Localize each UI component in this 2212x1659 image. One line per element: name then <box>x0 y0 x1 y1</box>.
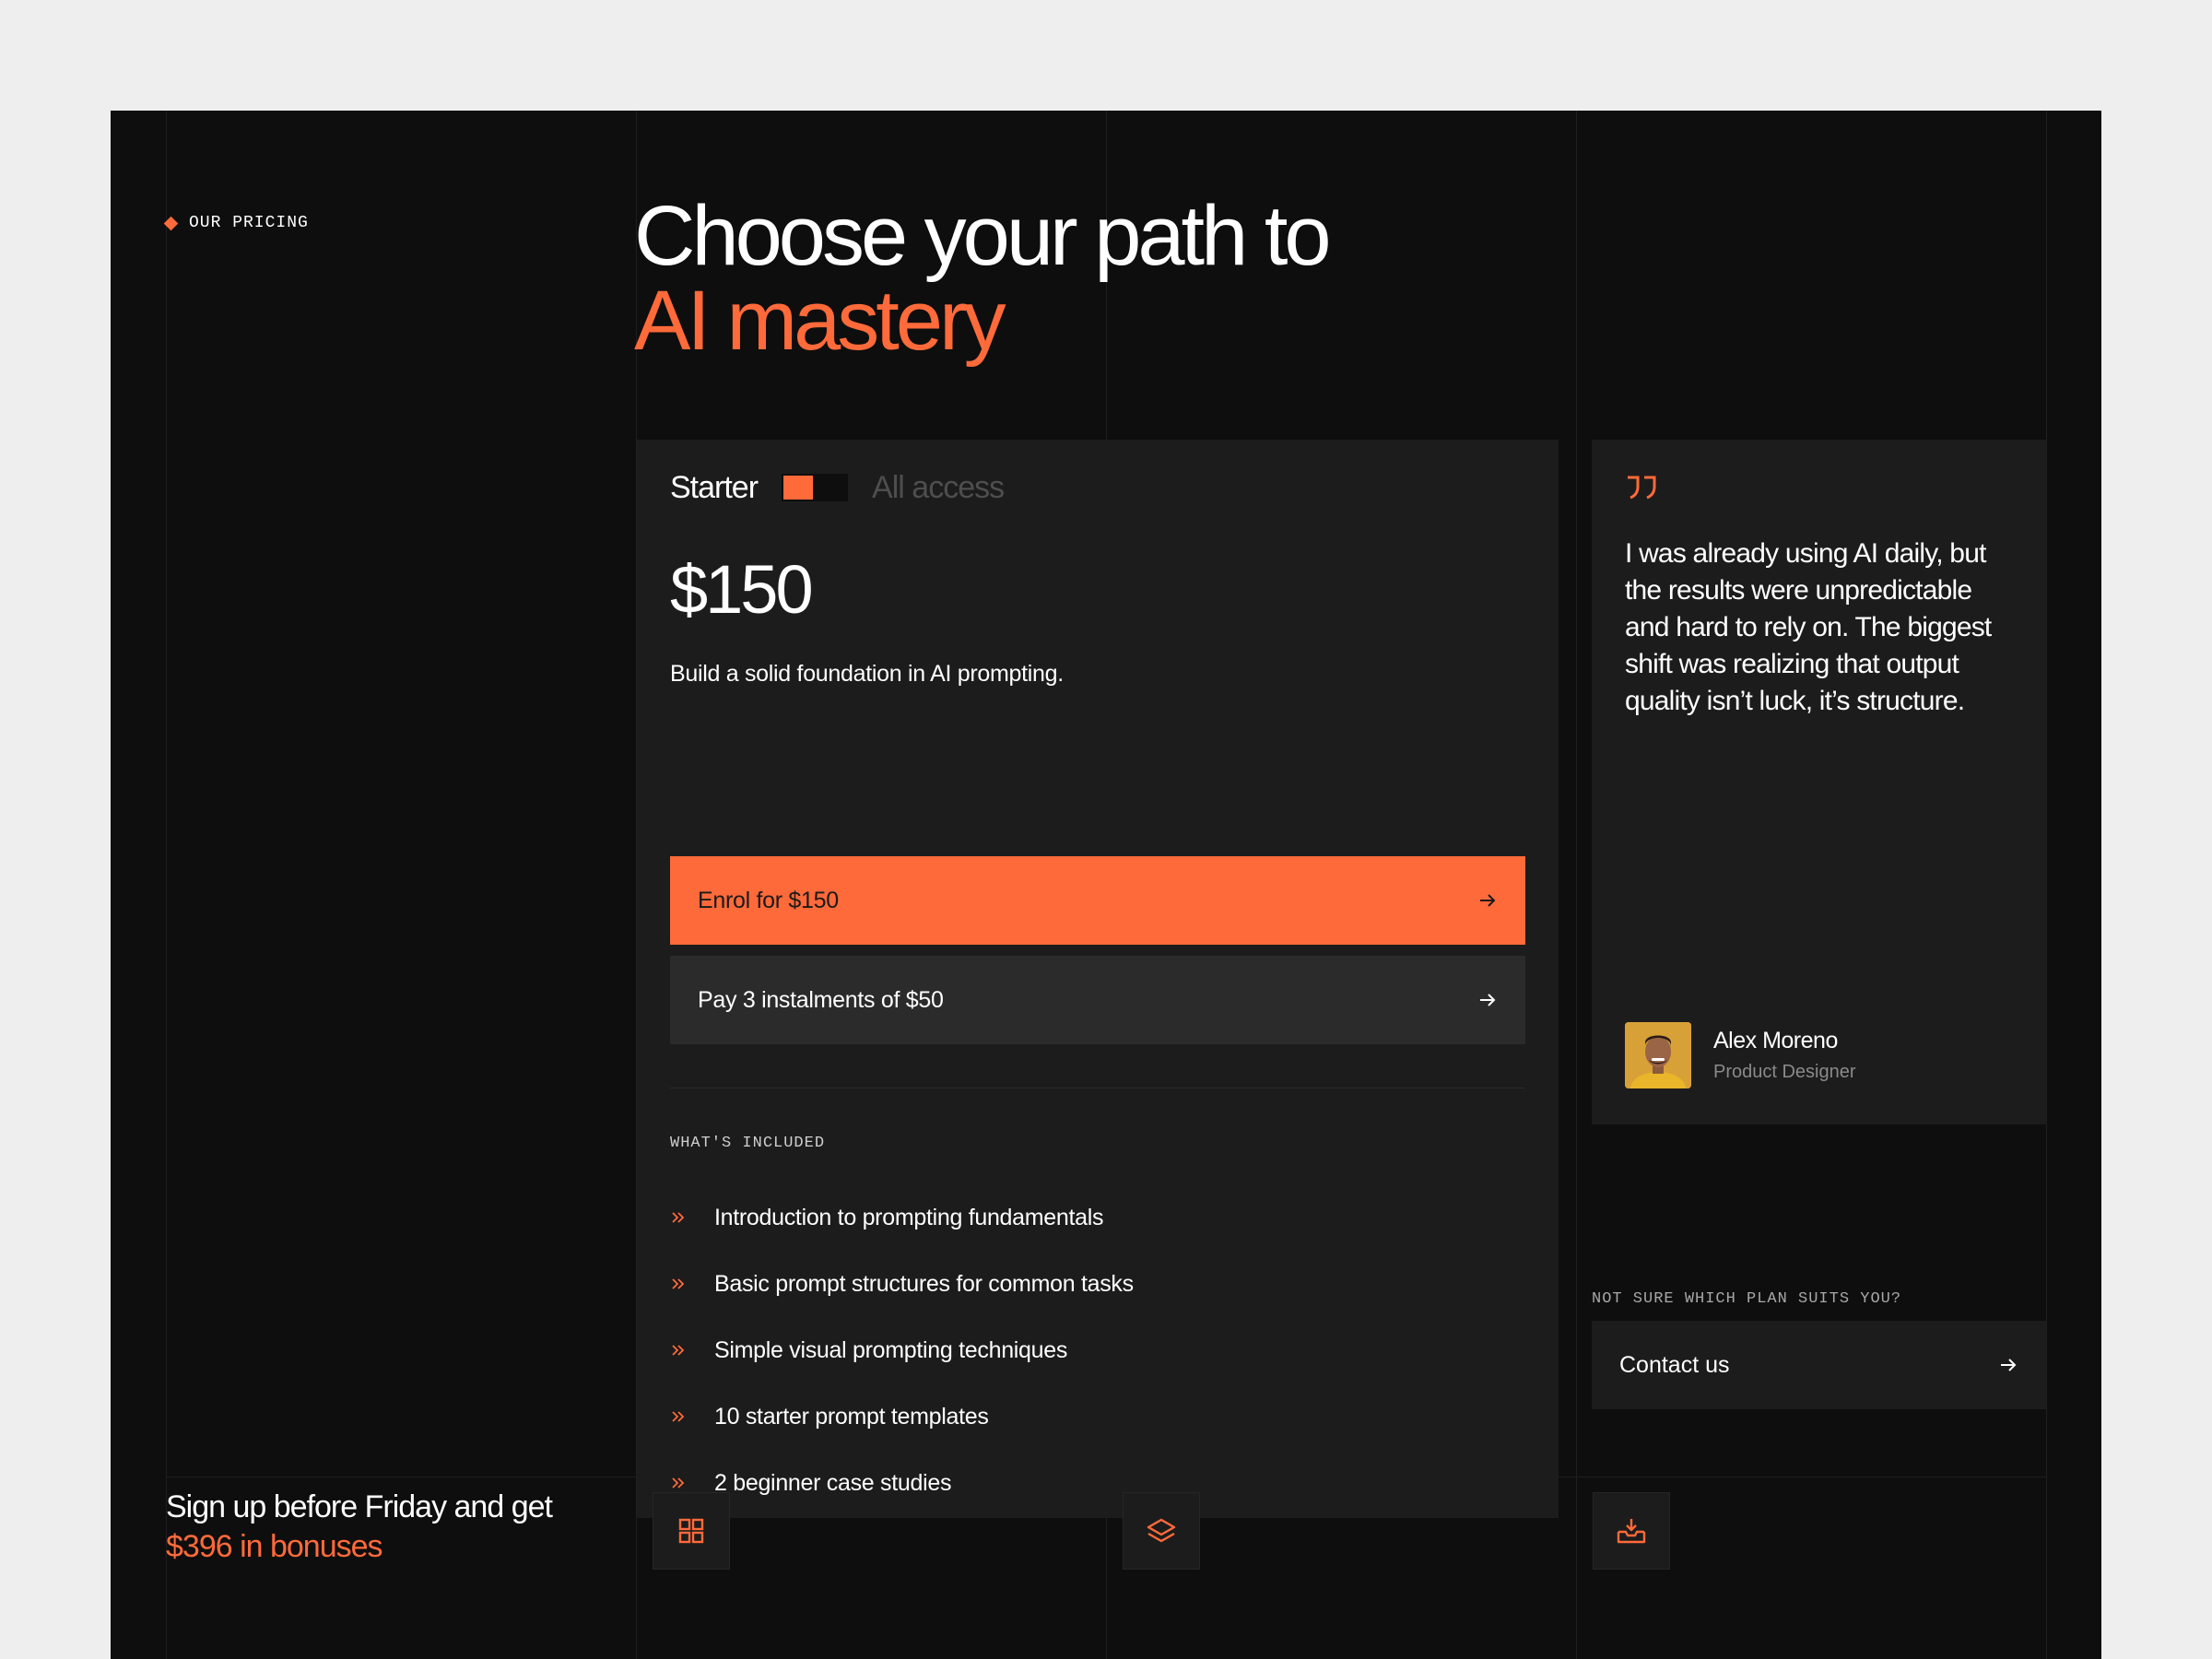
headline-line-1: Choose your path to <box>634 189 1332 283</box>
author-role: Product Designer <box>1713 1062 1856 1082</box>
bonus-icon-box <box>653 1492 730 1570</box>
grid-line <box>166 111 167 1659</box>
page-title: Choose your path to AI mastery <box>634 189 1332 368</box>
plan-description: Build a solid foundation in AI prompting… <box>670 661 1064 687</box>
feature-list: Introduction to prompting fundamentals B… <box>670 1184 1134 1516</box>
avatar <box>1625 1022 1691 1088</box>
section-eyebrow: OUR PRICING <box>163 214 309 232</box>
arrow-right-icon <box>1480 994 1496 1006</box>
arrow-right-icon <box>2001 1359 2017 1371</box>
enrol-button[interactable]: Enrol for $150 <box>670 856 1525 945</box>
price: $150 <box>670 551 814 628</box>
feature-text: 10 starter prompt templates <box>714 1403 989 1430</box>
bonus-callout: Sign up before Friday and get $396 in bo… <box>166 1488 553 1567</box>
pricing-card: Starter All access $150 Build a solid fo… <box>637 440 1559 1518</box>
grid-line <box>1576 111 1577 1659</box>
grid-icon <box>678 1518 704 1544</box>
testimonial-quote: I was already using AI daily, but the re… <box>1625 538 1992 716</box>
double-chevron-icon <box>670 1276 714 1292</box>
double-chevron-icon <box>670 1209 714 1226</box>
contact-button[interactable]: Contact us <box>1592 1321 2046 1409</box>
contact-button-label: Contact us <box>1619 1351 1730 1378</box>
bonus-line-1: Sign up before Friday and get <box>166 1489 553 1524</box>
list-item: Basic prompt structures for common tasks <box>670 1251 1134 1317</box>
double-chevron-icon <box>670 1408 714 1425</box>
instalments-button-label: Pay 3 instalments of $50 <box>698 986 944 1013</box>
switch-knob <box>783 476 814 500</box>
enrol-button-label: Enrol for $150 <box>698 887 839 913</box>
testimonial-card: I was already using AI daily, but the re… <box>1592 440 2046 1124</box>
headline-line-2: AI mastery <box>634 274 1006 368</box>
plan-option-all-access[interactable]: All access <box>872 470 1005 506</box>
arrow-right-icon <box>1480 894 1496 907</box>
instalments-button[interactable]: Pay 3 instalments of $50 <box>670 956 1525 1044</box>
feature-text: 2 beginner case studies <box>714 1469 952 1496</box>
plan-switch[interactable] <box>782 474 849 501</box>
double-chevron-icon <box>670 1475 714 1491</box>
feature-text: Simple visual prompting techniques <box>714 1336 1068 1363</box>
list-item: Introduction to prompting fundamentals <box>670 1184 1134 1251</box>
bonus-icon-box <box>1593 1492 1670 1570</box>
feature-text: Basic prompt structures for common tasks <box>714 1270 1134 1297</box>
plan-toggle: Starter All access <box>670 469 1005 506</box>
diamond-icon <box>163 216 179 230</box>
plan-option-starter[interactable]: Starter <box>670 470 759 506</box>
layers-icon <box>1147 1518 1176 1543</box>
list-item: Simple visual prompting techniques <box>670 1317 1134 1383</box>
testimonial-author: Alex Moreno Product Designer <box>1625 1022 1856 1088</box>
eyebrow-label: OUR PRICING <box>189 214 309 232</box>
pricing-section: OUR PRICING Choose your path to AI maste… <box>111 111 2101 1659</box>
author-name: Alex Moreno <box>1713 1028 1838 1053</box>
double-chevron-icon <box>670 1342 714 1359</box>
contact-prompt: NOT SURE WHICH PLAN SUITS YOU? <box>1592 1290 1902 1308</box>
grid-line <box>2046 111 2047 1659</box>
list-item: 2 beginner case studies <box>670 1450 1134 1516</box>
included-label: WHAT'S INCLUDED <box>670 1135 826 1152</box>
bonus-icon-box <box>1123 1492 1200 1570</box>
quote-icon <box>1628 476 1656 500</box>
list-item: 10 starter prompt templates <box>670 1383 1134 1450</box>
inbox-download-icon <box>1617 1519 1646 1544</box>
bonus-line-2: $396 in bonuses <box>166 1529 383 1564</box>
feature-text: Introduction to prompting fundamentals <box>714 1204 1104 1230</box>
